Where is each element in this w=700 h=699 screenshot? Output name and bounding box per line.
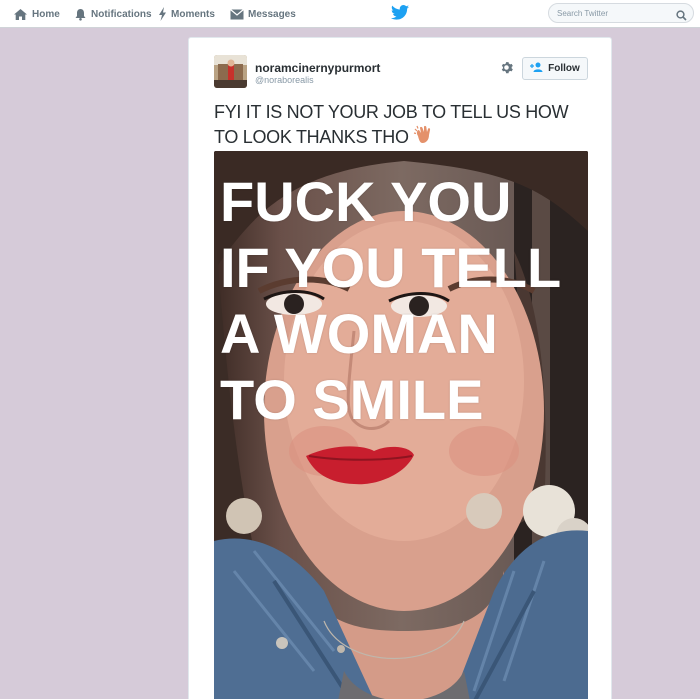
nav-messages-label: Messages — [248, 8, 296, 20]
follow-button[interactable]: Follow — [522, 57, 588, 80]
tweet-text-line: FYI IT IS NOT YOUR JOB TO TELL US HOW — [214, 102, 569, 122]
clapping-hands-emoji-icon — [413, 124, 435, 152]
tweet-text-line-text: TO LOOK THANKS THO — [214, 127, 409, 147]
nav-messages[interactable]: Messages — [230, 0, 296, 28]
tweet-text-line: TO LOOK THANKS THO — [214, 124, 594, 152]
user-handle[interactable]: @noraborealis — [255, 75, 314, 85]
search-input[interactable] — [557, 5, 667, 21]
tweet-card: noramcinernypurmort @noraborealis Follow… — [188, 37, 612, 699]
meme-line: IF YOU TELL — [220, 236, 562, 299]
meme-overlay-text: FUCK YOU IF YOU TELL A WOMAN TO SMILE — [220, 169, 588, 433]
tweet-text: FYI IT IS NOT YOUR JOB TO TELL US HOW TO… — [214, 100, 594, 152]
add-user-icon — [530, 62, 543, 75]
meme-line: TO SMILE — [220, 368, 484, 431]
follow-label: Follow — [548, 63, 580, 74]
nav-moments[interactable]: Moments — [158, 0, 215, 28]
home-icon — [13, 8, 28, 21]
tweet-photo[interactable]: FUCK YOU IF YOU TELL A WOMAN TO SMILE — [214, 151, 588, 699]
twitter-bird-logo[interactable] — [391, 5, 409, 25]
envelope-icon — [230, 8, 244, 20]
search-box[interactable] — [548, 3, 694, 23]
nav-moments-label: Moments — [171, 8, 215, 20]
nav-home-label: Home — [32, 8, 60, 20]
nav-home[interactable]: Home — [13, 0, 60, 28]
top-navigation-bar: Home Notifications Moments Messages — [0, 0, 700, 28]
display-name[interactable]: noramcinernypurmort — [255, 61, 380, 75]
meme-line: FUCK YOU — [220, 170, 512, 233]
nav-notifications[interactable]: Notifications — [74, 0, 152, 28]
lightning-icon — [158, 7, 167, 21]
gear-icon[interactable] — [500, 61, 513, 79]
bell-icon — [74, 8, 87, 21]
avatar[interactable] — [214, 55, 247, 88]
magnifier-icon[interactable] — [676, 8, 687, 26]
meme-line: A WOMAN — [220, 302, 498, 365]
nav-notifications-label: Notifications — [91, 8, 152, 20]
